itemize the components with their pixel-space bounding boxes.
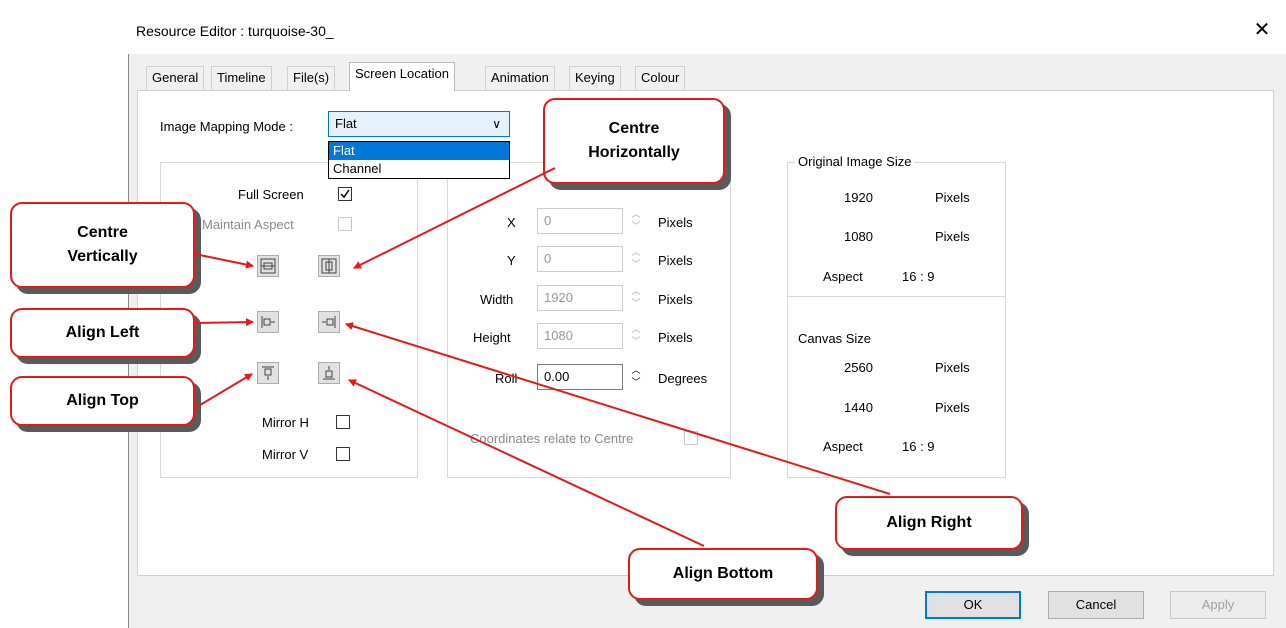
image-mapping-mode-select[interactable]: Flat ∨ bbox=[328, 111, 510, 137]
canvas-height-value: 1440 bbox=[844, 400, 873, 415]
align-right-button[interactable] bbox=[318, 311, 340, 333]
roll-label: Roll bbox=[495, 371, 518, 386]
centre-vertically-button[interactable] bbox=[257, 255, 279, 277]
size-group bbox=[787, 162, 1006, 478]
tab-timeline[interactable]: Timeline bbox=[211, 66, 272, 90]
y-label: Y bbox=[507, 253, 516, 268]
callout-align-left: Align Left bbox=[10, 308, 195, 358]
canvas-size-title: Canvas Size bbox=[795, 331, 874, 346]
canvas-aspect-label: Aspect bbox=[823, 439, 863, 454]
original-size-title: Original Image Size bbox=[795, 154, 915, 169]
mirror-h-label: Mirror H bbox=[262, 415, 309, 430]
image-mapping-mode-list: Flat Channel bbox=[328, 141, 510, 179]
full-screen-label: Full Screen bbox=[238, 187, 304, 202]
width-label: Width bbox=[480, 292, 514, 307]
roll-unit: Degrees bbox=[658, 371, 708, 386]
canvas-width-value: 2560 bbox=[844, 360, 873, 375]
callout-align-right: Align Right bbox=[835, 496, 1023, 550]
original-aspect-label: Aspect bbox=[823, 269, 863, 284]
callout-centre-horizontally: Centre Horizontally bbox=[543, 98, 725, 184]
y-unit: Pixels bbox=[658, 253, 693, 268]
align-left-icon bbox=[261, 316, 275, 328]
maintain-aspect-label: Maintain Aspect bbox=[202, 217, 294, 232]
option-channel[interactable]: Channel bbox=[329, 160, 509, 178]
chevron-down-icon: ∨ bbox=[492, 117, 501, 131]
align-top-button[interactable] bbox=[257, 362, 279, 384]
width-input[interactable]: 1920 bbox=[537, 285, 623, 311]
y-spinner[interactable]: ︿ ﹀ bbox=[630, 246, 642, 272]
apply-button[interactable]: Apply bbox=[1170, 591, 1266, 619]
roll-input[interactable]: 0.00 bbox=[537, 364, 623, 390]
canvas-aspect-value: 16 : 9 bbox=[902, 439, 935, 454]
width-spinner[interactable]: ︿ ﹀ bbox=[630, 285, 642, 311]
tab-general[interactable]: General bbox=[146, 66, 205, 90]
close-icon[interactable]: ✕ bbox=[1250, 18, 1274, 42]
tab-keying[interactable]: Keying bbox=[569, 66, 621, 90]
height-input[interactable]: 1080 bbox=[537, 323, 623, 349]
canvas-width-unit: Pixels bbox=[935, 360, 970, 375]
x-label: X bbox=[507, 215, 516, 230]
tab-animation[interactable]: Animation bbox=[485, 66, 555, 90]
height-unit: Pixels bbox=[658, 330, 693, 345]
original-width-unit: Pixels bbox=[935, 190, 970, 205]
callout-align-bottom: Align Bottom bbox=[628, 548, 818, 600]
window-title: Resource Editor : turquoise-30_ bbox=[136, 23, 334, 39]
image-mapping-mode-value: Flat bbox=[335, 116, 357, 131]
original-width-value: 1920 bbox=[844, 190, 873, 205]
align-top-icon bbox=[262, 366, 274, 380]
cancel-button[interactable]: Cancel bbox=[1048, 591, 1144, 619]
centre-coordinates-checkbox[interactable] bbox=[684, 431, 698, 445]
height-label: Height bbox=[473, 330, 511, 345]
align-left-button[interactable] bbox=[257, 311, 279, 333]
centre-coordinates-label: Coordinates relate to Centre bbox=[470, 431, 634, 446]
callout-centre-vertically-line2: Vertically bbox=[67, 248, 138, 265]
height-spinner[interactable]: ︿ ﹀ bbox=[630, 323, 642, 349]
transform-group bbox=[160, 162, 418, 478]
tab-screen-location[interactable]: Screen Location bbox=[349, 62, 455, 91]
align-bottom-icon bbox=[323, 366, 335, 380]
centre-horizontally-icon bbox=[321, 258, 337, 274]
mirror-v-checkbox[interactable] bbox=[336, 447, 350, 461]
callout-centre-vertically-line1: Centre bbox=[77, 224, 128, 241]
size-divider bbox=[787, 296, 1006, 297]
original-height-value: 1080 bbox=[844, 229, 873, 244]
x-input[interactable]: 0 bbox=[537, 208, 623, 234]
mirror-h-checkbox[interactable] bbox=[336, 415, 350, 429]
callout-centre-horizontally-line1: Centre bbox=[608, 120, 660, 137]
maintain-aspect-checkbox[interactable] bbox=[338, 217, 352, 231]
check-icon bbox=[340, 189, 350, 199]
original-aspect-value: 16 : 9 bbox=[902, 269, 935, 284]
align-bottom-button[interactable] bbox=[318, 362, 340, 384]
original-height-unit: Pixels bbox=[935, 229, 970, 244]
centre-horizontally-button[interactable] bbox=[318, 255, 340, 277]
full-screen-checkbox[interactable] bbox=[338, 187, 352, 201]
x-unit: Pixels bbox=[658, 215, 693, 230]
roll-spinner[interactable]: ︿ ﹀ bbox=[630, 364, 642, 390]
tab-colour[interactable]: Colour bbox=[635, 66, 686, 90]
x-spinner[interactable]: ︿ ﹀ bbox=[630, 208, 642, 234]
canvas-height-unit: Pixels bbox=[935, 400, 970, 415]
tab-files[interactable]: File(s) bbox=[287, 66, 336, 90]
ok-button[interactable]: OK bbox=[925, 591, 1021, 619]
option-flat[interactable]: Flat bbox=[329, 142, 509, 160]
width-unit: Pixels bbox=[658, 292, 693, 307]
image-mapping-mode-label: Image Mapping Mode : bbox=[160, 119, 293, 134]
callout-centre-vertically: Centre Vertically bbox=[10, 202, 195, 288]
callout-align-top: Align Top bbox=[10, 376, 195, 426]
mirror-v-label: Mirror V bbox=[262, 447, 309, 462]
y-input[interactable]: 0 bbox=[537, 246, 623, 272]
centre-vertically-icon bbox=[260, 258, 276, 274]
align-right-icon bbox=[322, 316, 336, 328]
callout-centre-horizontally-line2: Horizontally bbox=[588, 144, 680, 161]
